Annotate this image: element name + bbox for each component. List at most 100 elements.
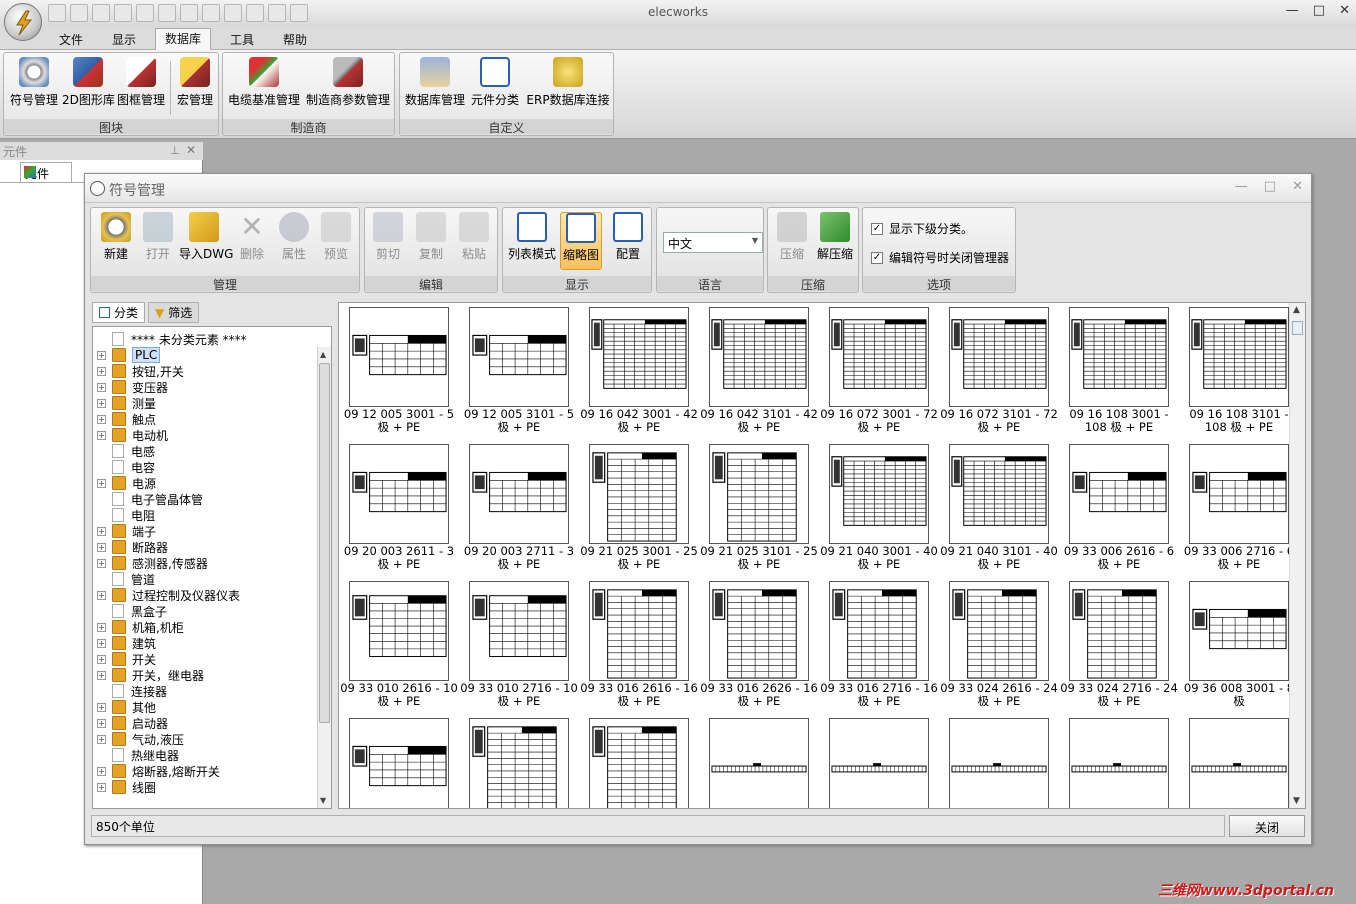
close-icon[interactable]: ✕ — [1339, 3, 1350, 18]
tree-item[interactable]: + 变压器 — [97, 379, 168, 395]
tree-item[interactable]: + 开关，继电器 — [97, 667, 204, 683]
tree-item[interactable]: + 建筑 — [97, 635, 156, 651]
expand-icon[interactable]: + — [97, 638, 106, 648]
close-button[interactable]: 关闭 — [1229, 815, 1305, 837]
copy-icon[interactable] — [158, 4, 176, 22]
symbol-thumbnail[interactable]: 09 33 016 2626 - 16 极 + PE — [699, 577, 819, 714]
expand-icon[interactable]: + — [97, 366, 106, 376]
cut-button[interactable]: 剪切 — [367, 212, 409, 262]
tree-item[interactable]: + 电动机 — [97, 427, 168, 443]
tree-item[interactable]: + 过程控制及仪器仪表 — [97, 587, 240, 603]
tree-item[interactable]: + 感测器,传感器 — [97, 555, 208, 571]
expand-icon[interactable]: + — [97, 590, 106, 600]
symbol-thumbnail[interactable]: 09 12 005 3101 - 5 极 + PE — [459, 303, 579, 440]
scroll-down-icon[interactable]: ▼ — [320, 796, 326, 805]
symbol-thumbnail[interactable]: 09 33 010 2716 - 10 极 + PE — [459, 577, 579, 714]
expand-icon[interactable]: + — [97, 782, 106, 792]
symbol-manager-button[interactable]: 符号管理 — [7, 57, 61, 115]
tree-item[interactable]: + 按钮,开关 — [97, 363, 184, 379]
database-manager-button[interactable]: 数据库管理 — [403, 57, 467, 115]
tree-item[interactable]: + 气动,液压 — [97, 731, 184, 747]
symbol-thumbnail[interactable]: 09 16 072 3101 - 72 极 + PE — [939, 303, 1059, 440]
symbol-thumbnail[interactable] — [699, 714, 819, 808]
import-icon[interactable] — [202, 4, 220, 22]
decompress-button[interactable]: 解压缩 — [814, 212, 856, 262]
symbol-thumbnail[interactable]: 09 12 005 3001 - 5 极 + PE — [339, 303, 459, 440]
expand-icon[interactable]: + — [97, 350, 106, 360]
tab-categories[interactable]: 分类 — [92, 302, 146, 323]
tree-item[interactable]: + 端子 — [97, 523, 156, 539]
configure-button[interactable]: 配置 — [607, 212, 649, 262]
tree-scroll-thumb[interactable] — [319, 363, 330, 723]
redo-icon[interactable] — [114, 4, 132, 22]
symbol-thumbnail[interactable] — [939, 714, 1059, 808]
tab-database[interactable]: 数据库 — [155, 28, 211, 51]
symbol-thumbnail[interactable]: 09 21 040 3101 - 40 极 + PE — [939, 440, 1059, 577]
expand-icon[interactable]: + — [97, 654, 106, 664]
symbol-thumbnail[interactable]: 09 16 042 3001 - 42 极 + PE — [579, 303, 699, 440]
symbol-thumbnail[interactable]: 09 33 006 2716 - 6 极 + PE — [1179, 440, 1299, 577]
symbol-thumbnail[interactable] — [1059, 714, 1179, 808]
tree-item[interactable]: + 开关 — [97, 651, 156, 667]
symbol-thumbnail[interactable]: 09 20 003 2611 - 3 极 + PE — [339, 440, 459, 577]
pan-icon[interactable] — [268, 4, 286, 22]
close-icon[interactable]: ✕ — [1292, 179, 1303, 194]
grid-scroll-thumb[interactable] — [1292, 321, 1303, 335]
symbol-thumbnail[interactable]: 09 16 108 3101 - 108 极 + PE — [1179, 303, 1299, 440]
new-icon[interactable] — [48, 4, 66, 22]
symbol-thumbnail[interactable] — [339, 714, 459, 808]
tree-item[interactable]: + 断路器 — [97, 539, 168, 555]
compress-button[interactable]: 压缩 — [771, 212, 813, 262]
tree-item[interactable]: + 触点 — [97, 411, 156, 427]
expand-icon[interactable]: + — [97, 718, 106, 728]
new-button[interactable]: 新建 — [95, 212, 137, 262]
maximize-icon[interactable]: □ — [1313, 3, 1325, 18]
component-class-button[interactable]: 元件分类 — [469, 57, 521, 115]
language-select[interactable]: 中文 ▼ — [663, 232, 763, 253]
tree-item[interactable]: + 其他 — [97, 699, 156, 715]
cut-icon[interactable] — [136, 4, 154, 22]
expand-icon[interactable]: + — [97, 766, 106, 776]
symbol-thumbnail[interactable]: 09 33 016 2716 - 16 极 + PE — [819, 577, 939, 714]
minimize-icon[interactable]: — — [1235, 179, 1248, 194]
symbol-thumbnail[interactable]: 09 21 025 3101 - 25 极 + PE — [699, 440, 819, 577]
tree-item[interactable]: 热继电器 — [97, 747, 179, 763]
expand-icon[interactable]: + — [97, 398, 106, 408]
symbol-thumbnail[interactable]: 09 16 108 3001 - 108 极 + PE — [1059, 303, 1179, 440]
minimize-icon[interactable]: — — [1286, 3, 1299, 18]
open-button[interactable]: 打开 — [137, 212, 179, 262]
expand-icon[interactable]: + — [97, 702, 106, 712]
expand-icon[interactable]: + — [97, 414, 106, 424]
tree-item[interactable]: + 启动器 — [97, 715, 168, 731]
preview-button[interactable]: 预览 — [315, 212, 357, 262]
tree-item[interactable]: **** 未分类元素 **** — [97, 331, 247, 347]
paste-button[interactable]: 粘贴 — [453, 212, 495, 262]
symbol-thumbnail[interactable]: 09 20 003 2711 - 3 极 + PE — [459, 440, 579, 577]
tree-item[interactable]: 电容 — [97, 459, 155, 475]
symbol-thumbnail[interactable] — [1179, 714, 1299, 808]
maximize-icon[interactable]: □ — [1264, 179, 1276, 194]
symbol-thumbnail[interactable]: 09 21 040 3001 - 40 极 + PE — [819, 440, 939, 577]
tree-item[interactable]: + 熔断器,熔断开关 — [97, 763, 220, 779]
cable-reference-button[interactable]: 电缆基准管理 — [227, 57, 301, 115]
save-icon[interactable] — [70, 4, 88, 22]
tree-item[interactable]: 电感 — [97, 443, 155, 459]
tab-help[interactable]: 帮助 — [282, 30, 308, 50]
list-mode-button[interactable]: 列表模式 — [506, 212, 558, 262]
tree-item[interactable]: 电阻 — [97, 507, 155, 523]
properties-button[interactable]: 属性 — [273, 212, 315, 262]
import-dwg-button[interactable]: 导入DWG — [179, 212, 233, 262]
panel-close-icon[interactable]: ✕ — [186, 143, 196, 157]
tree-item[interactable]: 管道 — [97, 571, 155, 587]
expand-icon[interactable]: + — [97, 622, 106, 632]
expand-icon[interactable]: + — [97, 558, 106, 568]
tree-item[interactable]: 电子管晶体管 — [97, 491, 203, 507]
symbol-thumbnail[interactable]: 09 33 016 2616 - 16 极 + PE — [579, 577, 699, 714]
tree-item[interactable]: 黑盒子 — [97, 603, 167, 619]
tab-filter[interactable]: ▼ 筛选 — [148, 302, 200, 323]
erp-connection-button[interactable]: ERP数据库连接 — [526, 57, 610, 115]
thumbnail-mode-button[interactable]: 缩略图 — [560, 212, 602, 270]
scroll-up-icon[interactable]: ▲ — [1293, 305, 1300, 315]
macro-manager-button[interactable]: 宏管理 — [174, 57, 216, 115]
application-menu-button[interactable] — [4, 3, 42, 41]
